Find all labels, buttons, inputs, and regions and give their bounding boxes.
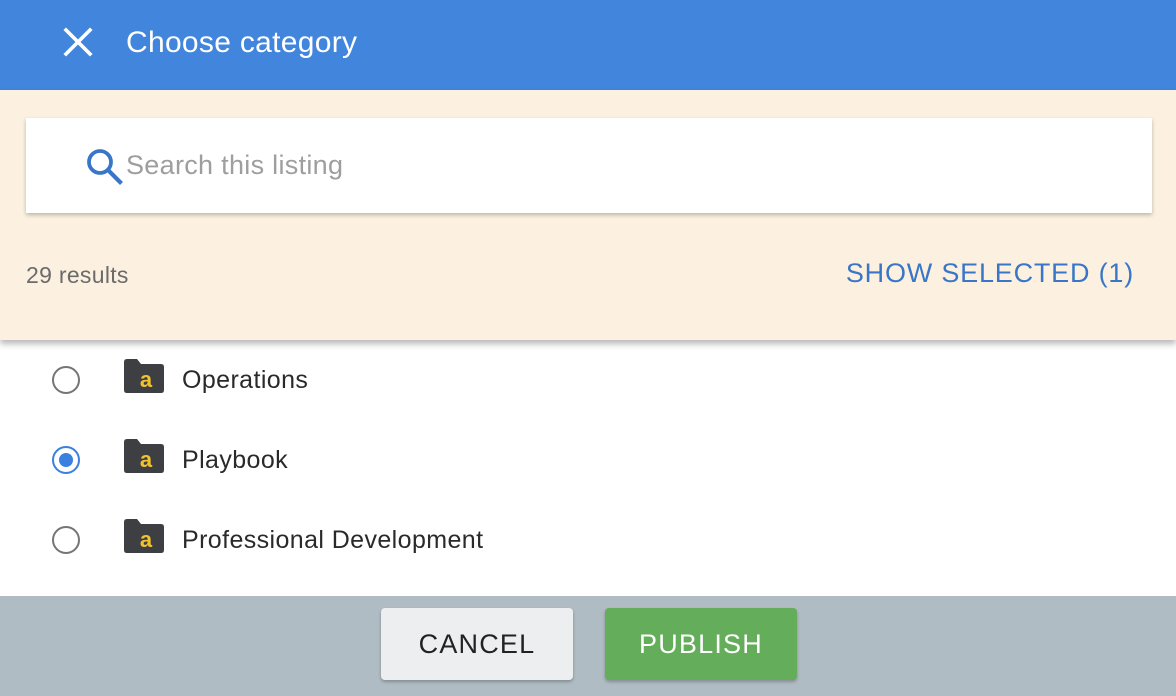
list-item-professional-development[interactable]: a Professional Development <box>0 500 1176 580</box>
folder-icon: a <box>124 519 164 553</box>
search-icon <box>87 149 123 185</box>
publish-button[interactable]: PUBLISH <box>605 608 797 680</box>
close-icon <box>63 27 93 57</box>
list-item-playbook[interactable]: a Playbook <box>0 420 1176 500</box>
list-item-label: Operations <box>182 366 309 394</box>
choose-category-dialog: Choose category 29 results SHOW SELECTED… <box>0 0 1176 696</box>
folder-icon: a <box>124 439 164 473</box>
list-item-label: Professional Development <box>182 526 484 554</box>
category-list: a Operations a Playbook a Professional D… <box>0 340 1176 596</box>
search-box[interactable] <box>26 118 1152 213</box>
svg-text:a: a <box>140 527 153 552</box>
search-panel: 29 results SHOW SELECTED (1) <box>0 90 1176 340</box>
radio-button[interactable] <box>52 446 80 474</box>
dialog-footer: CANCEL PUBLISH <box>0 596 1176 696</box>
svg-text:a: a <box>140 367 153 392</box>
close-button[interactable] <box>58 22 98 62</box>
dialog-header: Choose category <box>0 0 1176 90</box>
dialog-title: Choose category <box>126 26 358 59</box>
results-count: 29 results <box>26 262 129 288</box>
cancel-button[interactable]: CANCEL <box>381 608 573 680</box>
radio-button[interactable] <box>52 526 80 554</box>
search-input[interactable] <box>126 136 1106 194</box>
folder-icon: a <box>124 359 164 393</box>
radio-button[interactable] <box>52 366 80 394</box>
list-item-operations[interactable]: a Operations <box>0 340 1176 420</box>
list-item-label: Playbook <box>182 446 289 474</box>
show-selected-button[interactable]: SHOW SELECTED (1) <box>846 258 1134 289</box>
svg-text:a: a <box>140 447 153 472</box>
